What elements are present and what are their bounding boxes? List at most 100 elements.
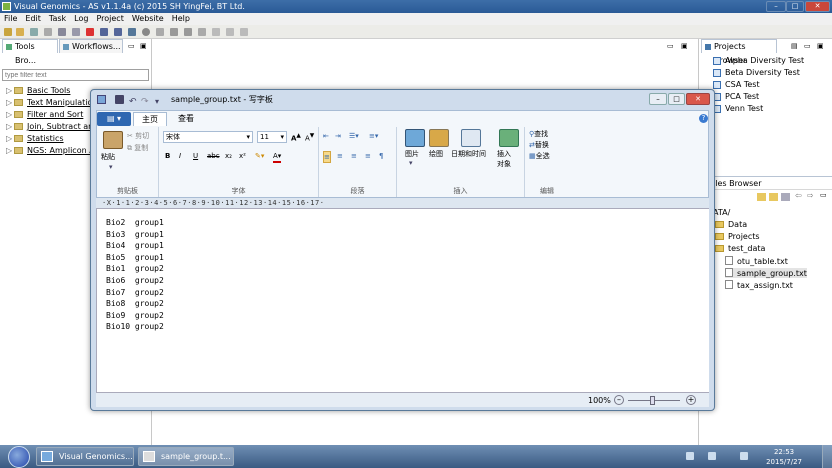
help-icon[interactable]: ? xyxy=(699,114,708,123)
file-item-selected[interactable]: sample_group.txt xyxy=(725,268,807,278)
paint-button[interactable]: 绘图 xyxy=(429,149,443,159)
superscript-button[interactable]: x² xyxy=(239,151,246,161)
wp-maximize-button[interactable]: □ xyxy=(668,93,685,105)
paste-icon[interactable] xyxy=(58,28,66,36)
print-icon[interactable] xyxy=(72,28,80,36)
new-icon[interactable] xyxy=(4,28,12,36)
justify-icon[interactable]: ≡ xyxy=(365,151,371,161)
paste-button[interactable]: 粘贴 xyxy=(101,152,115,162)
folder-item-data[interactable]: Data xyxy=(715,220,747,229)
tab-tools-browser[interactable]: Tools Bro... xyxy=(2,39,58,65)
close-button[interactable]: ✕ xyxy=(805,1,830,12)
paragraph-settings-icon[interactable]: ¶ xyxy=(379,151,383,161)
wp-minimize-button[interactable]: – xyxy=(649,93,667,105)
font-color-button[interactable]: A▾ xyxy=(273,151,282,163)
paste-icon[interactable] xyxy=(103,131,123,149)
new-folder-icon[interactable] xyxy=(769,193,778,201)
select-all-button[interactable]: ▦全选 xyxy=(529,151,550,161)
projects-maximize-icon[interactable]: ▣ xyxy=(817,42,824,50)
picture-dropdown-icon[interactable]: ▾ xyxy=(409,158,413,168)
replace-button[interactable]: ⇄替换 xyxy=(529,140,549,150)
tree-item-basic-tools[interactable]: ▷ Basic Tools xyxy=(6,85,70,96)
strikethrough-button[interactable]: abc xyxy=(207,151,220,161)
calendar-icon[interactable] xyxy=(461,129,481,147)
folder-item-projects[interactable]: Projects xyxy=(715,232,760,241)
object-icon[interactable] xyxy=(499,129,519,147)
document-area[interactable]: Bio2 group1 Bio3 group1 Bio4 group1 Bio5… xyxy=(96,209,709,392)
menu-project[interactable]: Project xyxy=(92,13,127,25)
forward-icon[interactable]: ⇨ xyxy=(807,191,814,200)
tree-item-filter-sort[interactable]: ▷ Filter and Sort xyxy=(6,109,83,120)
tab-home[interactable]: 主页 xyxy=(133,112,167,126)
grid-icon[interactable] xyxy=(170,28,178,36)
tool-icon[interactable] xyxy=(212,28,220,36)
save-icon[interactable] xyxy=(115,95,124,104)
layout-icon[interactable] xyxy=(198,28,206,36)
project-item[interactable]: PCA Test xyxy=(713,91,759,102)
volume-icon[interactable] xyxy=(740,452,748,460)
clock[interactable]: 22:53 2015/7/27 xyxy=(766,447,802,467)
paste-dropdown-icon[interactable]: ▾ xyxy=(109,162,113,172)
menu-edit[interactable]: Edit xyxy=(21,13,45,25)
redo-icon[interactable]: ↷ xyxy=(141,92,149,112)
tab-projects-browser[interactable]: Projects Browser xyxy=(701,39,777,65)
chart-icon[interactable] xyxy=(128,28,136,36)
minimize-panel-icon[interactable]: ▭ xyxy=(128,42,135,50)
list-icon[interactable]: ☰▾ xyxy=(349,131,359,141)
tab-workflows[interactable]: Workflows... xyxy=(59,39,123,53)
project-item[interactable]: CSA Test xyxy=(713,79,760,90)
flag-icon[interactable] xyxy=(708,452,716,460)
find-button[interactable]: ⚲查找 xyxy=(529,129,548,139)
tab-files-browser[interactable]: iles Browser xyxy=(699,176,832,190)
highlight-icon[interactable]: ✎▾ xyxy=(255,151,264,161)
back-icon[interactable]: ⇦ xyxy=(795,191,802,200)
maximize-editor-icon[interactable]: ▣ xyxy=(681,42,688,50)
run-icon[interactable] xyxy=(142,28,150,36)
maximize-button[interactable]: □ xyxy=(786,1,804,12)
quick-access-dropdown-icon[interactable]: ▾ xyxy=(155,92,159,112)
file-item[interactable]: tax_assign.txt xyxy=(725,280,793,290)
tab-view[interactable]: 查看 xyxy=(169,112,203,126)
shrink-font-button[interactable]: A▼ xyxy=(305,131,314,143)
files-minimize-icon[interactable]: ▭ xyxy=(820,191,827,199)
underline-button[interactable]: U xyxy=(193,151,198,161)
export-icon[interactable] xyxy=(114,28,122,36)
project-item[interactable]: Venn Test xyxy=(713,103,763,114)
tree-item-statistics[interactable]: ▷ Statistics xyxy=(6,133,64,144)
cut-button[interactable]: ✂ 剪切 xyxy=(127,131,149,141)
align-right-icon[interactable]: ≡ xyxy=(351,151,357,161)
bold-button[interactable]: B xyxy=(165,151,170,161)
copy-button[interactable]: ⧉ 复制 xyxy=(127,143,148,153)
project-item[interactable]: Beta Diversity Test xyxy=(713,67,800,78)
increase-indent-icon[interactable]: ⇥ xyxy=(335,131,341,141)
decrease-indent-icon[interactable]: ⇤ xyxy=(323,131,329,141)
align-left-icon[interactable]: ≡ xyxy=(323,151,331,163)
tree-item-ngs-amplicon[interactable]: ▷ NGS: Amplicon An xyxy=(6,145,100,156)
network-icon[interactable] xyxy=(686,452,694,460)
menu-log[interactable]: Log xyxy=(70,13,92,25)
settings-icon[interactable] xyxy=(226,28,234,36)
insert-object-button[interactable]: 插入 对象 xyxy=(497,149,511,169)
file-menu-button[interactable]: ▤ ▾ xyxy=(97,112,131,126)
refresh-icon[interactable] xyxy=(781,193,790,201)
undo-icon[interactable]: ↶ xyxy=(129,92,137,112)
folder-item-test-data[interactable]: test_data xyxy=(715,244,765,253)
maximize-panel-icon[interactable]: ▣ xyxy=(140,42,147,50)
delete-icon[interactable] xyxy=(86,28,94,36)
table-icon[interactable] xyxy=(184,28,192,36)
font-name-select[interactable]: 宋体 ▾ xyxy=(163,131,253,143)
align-center-icon[interactable]: ≡ xyxy=(337,151,343,161)
zoom-out-icon[interactable]: – xyxy=(614,395,624,405)
filter-input[interactable] xyxy=(2,69,149,81)
minimize-editor-icon[interactable]: ▭ xyxy=(667,42,674,50)
wordpad-icon[interactable] xyxy=(97,95,106,104)
save-icon[interactable] xyxy=(30,28,38,36)
picture-icon[interactable] xyxy=(405,129,425,147)
show-desktop-button[interactable] xyxy=(822,445,832,468)
minimize-button[interactable]: – xyxy=(766,1,786,12)
project-item[interactable]: Alpha Diversity Test xyxy=(713,55,804,66)
zoom-in-icon[interactable]: + xyxy=(686,395,696,405)
menu-help[interactable]: Help xyxy=(168,13,194,25)
projects-new-icon[interactable]: ▤ xyxy=(791,42,798,50)
italic-button[interactable]: I xyxy=(179,151,181,161)
